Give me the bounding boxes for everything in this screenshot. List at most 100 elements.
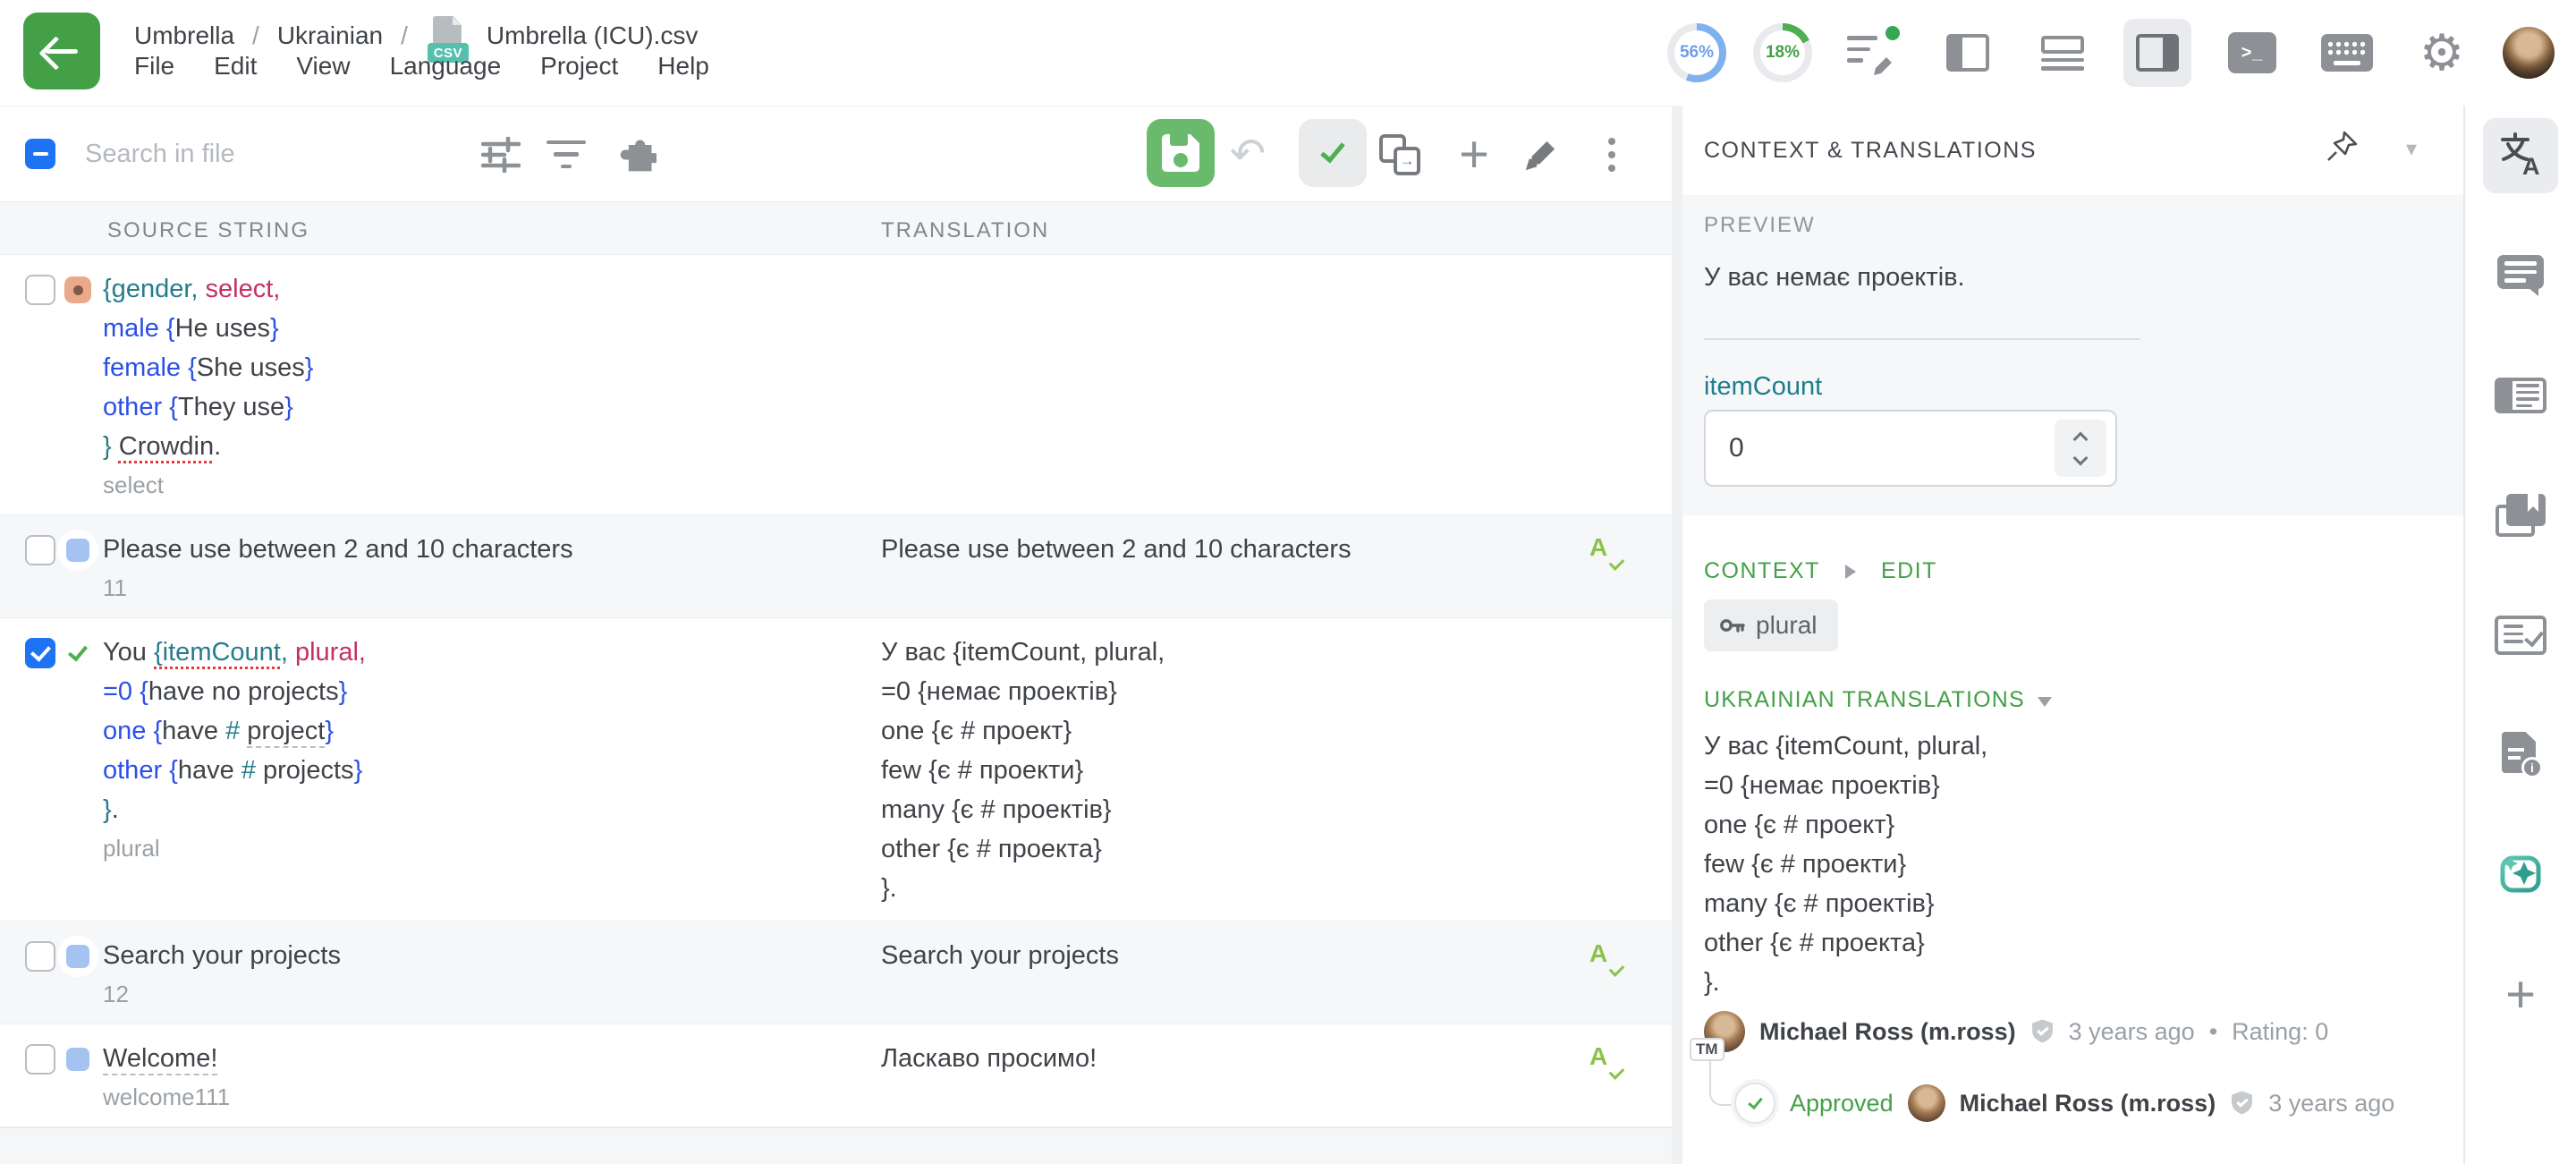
string-row[interactable]: Welcome!welcome111Ласкаво просимо!A [0, 1024, 1672, 1127]
menu-item-edit[interactable]: Edit [214, 52, 257, 81]
breadcrumb-separator: / [252, 21, 259, 50]
main-menu: File Edit View Language Project Help [134, 52, 709, 81]
menu-item-language[interactable]: Language [390, 52, 502, 81]
row-checkbox[interactable] [25, 275, 55, 305]
save-button[interactable] [1147, 119, 1215, 187]
ai-assistant-icon[interactable] [2483, 837, 2558, 913]
add-string-icon[interactable]: + [1447, 106, 1501, 202]
preview-section: PREVIEW У вас немає проектів. itemCount [1682, 195, 2463, 515]
edit-context-link[interactable]: EDIT [1881, 558, 1937, 584]
status-translated-icon [57, 530, 98, 571]
progress-ring[interactable]: 56% [1667, 23, 1726, 82]
back-button[interactable] [23, 13, 100, 89]
layout-right-icon[interactable] [2123, 19, 2191, 87]
string-row[interactable]: You {itemCount, plural,=0 {have no proje… [0, 618, 1672, 922]
string-key: 11 [103, 571, 863, 605]
panel-collapse-chevron-icon[interactable]: ▾ [2406, 136, 2417, 162]
select-all-checkbox[interactable] [25, 139, 55, 169]
string-row[interactable]: Search your projects12Search your projec… [0, 922, 1672, 1024]
qa-passed-icon[interactable]: A [1589, 1042, 1622, 1078]
breadcrumb-language[interactable]: Ukrainian [277, 21, 383, 50]
translate-icon[interactable]: A [2483, 118, 2558, 193]
keyboard-shortcuts-icon[interactable] [2313, 19, 2381, 87]
text-line: =0 {немає проектів} [881, 672, 1572, 711]
text-line: }. [881, 869, 1572, 908]
menu-item-file[interactable]: File [134, 52, 174, 81]
text-line: male {He uses} [103, 309, 863, 348]
user-avatar[interactable] [2503, 27, 2555, 79]
breadcrumb-separator: / [401, 21, 408, 50]
context-link[interactable]: CONTEXT [1704, 558, 1820, 584]
row-checkbox[interactable] [25, 535, 55, 565]
stepper-up-icon[interactable] [2073, 431, 2089, 446]
console-icon[interactable]: >_ [2218, 19, 2286, 87]
approved-check-icon [1734, 1083, 1775, 1124]
translation-line: У вас {itemCount, plural, [1704, 726, 1987, 766]
translations-heading[interactable]: UKRAINIAN TRANSLATIONS [1704, 687, 2052, 713]
text-line: other {They use} [103, 387, 863, 427]
top-bar: Umbrella / Ukrainian / CSV Umbrella (ICU… [0, 0, 2576, 106]
translation-text [881, 255, 1589, 514]
filter-icon[interactable] [539, 106, 593, 202]
layout-left-icon[interactable] [1934, 19, 2002, 87]
suggestion-row[interactable]: Michael Ross (m.ross) 3 years ago • Rati… [1704, 1011, 2328, 1052]
copy-source-icon[interactable]: → [1373, 106, 1427, 202]
approver-name: Michael Ross (m.ross) [1960, 1090, 2216, 1117]
string-key: select [103, 468, 863, 502]
string-key: plural [103, 831, 863, 865]
more-menu-icon[interactable] [1585, 106, 1639, 202]
context-expand-icon[interactable] [1845, 565, 1856, 579]
translation-memory-icon[interactable] [2483, 358, 2558, 433]
string-label-tag[interactable]: plural [1704, 599, 1838, 651]
qa-passed-icon[interactable]: A [1589, 939, 1622, 975]
menu-item-help[interactable]: Help [657, 52, 709, 81]
string-row[interactable]: Please use between 2 and 10 characters11… [0, 515, 1672, 618]
row-checkbox[interactable] [25, 1044, 55, 1075]
advanced-filters-icon[interactable] [474, 106, 528, 202]
preview-divider [1704, 338, 2140, 340]
breadcrumb-file[interactable]: Umbrella (ICU).csv [487, 21, 698, 50]
status-comment-icon [57, 269, 98, 310]
svg-text:A: A [2522, 153, 2540, 176]
file-context-icon[interactable]: i [2483, 718, 2558, 793]
edit-string-icon[interactable] [1514, 106, 1568, 202]
variable-value-input[interactable] [1729, 412, 1997, 485]
list-header: SOURCE STRING TRANSLATION [0, 201, 1672, 255]
string-list: SOURCE STRING TRANSLATION {gender, selec… [0, 201, 1672, 1164]
approval-connector [1709, 1056, 1733, 1106]
top-actions: 56% 18% >_ ⚙ [1667, 0, 2555, 106]
add-panel-icon[interactable]: + [2483, 957, 2558, 1032]
menu-item-project[interactable]: Project [540, 52, 618, 81]
context-links: CONTEXT EDIT [1704, 558, 1937, 584]
string-label-text: plural [1756, 611, 1817, 640]
source-string: Welcome!welcome111 [103, 1024, 881, 1126]
string-key: 12 [103, 977, 863, 1011]
approval-status: Approved [1790, 1090, 1894, 1117]
autosave-draft-icon[interactable] [1839, 19, 1907, 87]
undo-icon[interactable]: ↶ [1221, 106, 1275, 202]
column-source: SOURCE STRING [107, 218, 309, 243]
layout-bottom-icon[interactable] [2029, 19, 2097, 87]
breadcrumb-project[interactable]: Umbrella [134, 21, 234, 50]
text-line: other {have # projects} [103, 751, 863, 790]
stepper-down-icon[interactable] [2073, 450, 2089, 465]
qa-passed-icon[interactable]: A [1589, 533, 1622, 569]
number-stepper[interactable] [2055, 420, 2106, 477]
progress-ring[interactable]: 18% [1753, 23, 1812, 82]
plugins-puzzle-icon[interactable] [610, 106, 664, 202]
approve-button[interactable] [1299, 119, 1367, 187]
row-checkbox[interactable] [25, 638, 55, 668]
variable-value-field [1704, 410, 2117, 487]
row-checkbox[interactable] [25, 941, 55, 972]
settings-gear-icon[interactable]: ⚙ [2408, 19, 2476, 87]
panel-divider [1672, 106, 1682, 1164]
qa-checks-icon[interactable] [2483, 598, 2558, 673]
search-input[interactable] [85, 132, 443, 176]
pin-icon[interactable] [2326, 129, 2360, 167]
comments-icon[interactable] [2483, 238, 2558, 313]
menu-item-view[interactable]: View [296, 52, 350, 81]
layout-left-icon [1946, 34, 1989, 72]
column-translation: TRANSLATION [881, 218, 1049, 243]
glossary-icon[interactable] [2483, 478, 2558, 553]
string-row[interactable]: {gender, select,male {He uses}female {Sh… [0, 255, 1672, 515]
